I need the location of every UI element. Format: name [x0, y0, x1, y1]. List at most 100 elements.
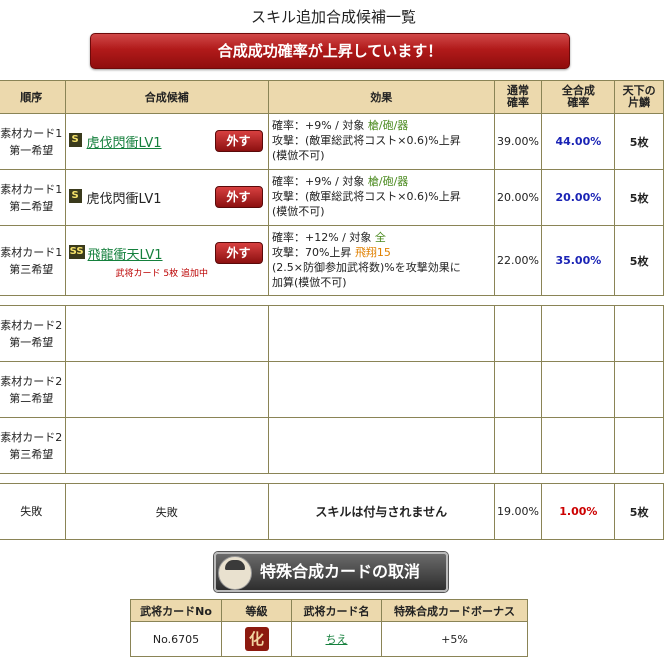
header-tenka-line2: 片鱗: [628, 96, 651, 109]
order-cell: 素材カード1 第三希望: [0, 225, 66, 296]
table-row: 素材カード2 第二希望: [0, 361, 664, 418]
grade-cell: 化: [221, 621, 292, 657]
skill-name: 虎伐閃衝LV1: [86, 192, 162, 207]
card-no: No.6705: [130, 621, 222, 657]
effect-note: (模倣不可): [271, 205, 325, 218]
candidate-cell: [64, 417, 269, 474]
remove-button[interactable]: 外す: [214, 130, 263, 152]
effect-rate: 確率：+9% / 対象: [271, 119, 368, 132]
order-preference: 第一希望: [9, 335, 54, 349]
header-card-no: 武将カードNo: [130, 599, 222, 622]
header-grade: 等級: [221, 599, 292, 622]
tenka-count: 5枚: [614, 225, 664, 296]
cancel-special-card-button[interactable]: 特殊合成カードの取消: [214, 552, 448, 592]
effect-cell: [267, 417, 495, 474]
normal-rate: 20.00%: [493, 169, 543, 226]
normal-rate: 39.00%: [493, 113, 543, 170]
order-material: 素材カード1: [0, 182, 63, 196]
tenka-count: [614, 361, 664, 418]
order-material: 素材カード1: [0, 245, 63, 259]
header-total-rate: 全合成 確率: [541, 80, 616, 114]
table-row: 素材カード2 第三希望: [0, 417, 664, 474]
order-cell: 素材カード2 第一希望: [0, 305, 66, 362]
candidate-cell: S 虎伐閃衝LV1 外す: [64, 169, 269, 226]
fail-order: 失敗: [0, 483, 66, 540]
remove-button[interactable]: 外す: [214, 186, 263, 208]
effect-cell: 確率：+12% / 対象 全 攻撃：70%上昇 飛翔15 (2.5×防御参加武将…: [267, 225, 495, 296]
header-effect: 効果: [267, 80, 495, 114]
effect-cell: [267, 361, 495, 418]
effect-cell: [267, 305, 495, 362]
candidate-cell: [64, 305, 269, 362]
table-row: 素材カード2 第一希望: [0, 305, 664, 362]
order-preference: 第三希望: [9, 447, 54, 461]
effect-rate: 確率：+12% / 対象: [271, 231, 375, 244]
effect-target: 全: [374, 231, 386, 244]
normal-rate: 22.00%: [493, 225, 543, 296]
skill-name-link[interactable]: 飛龍衝天LV1: [88, 244, 163, 263]
total-rate: 20.00%: [541, 169, 616, 226]
rank-badge: S: [68, 133, 82, 147]
order-cell: 素材カード1 第二希望: [0, 169, 66, 226]
character-face-icon: [218, 556, 252, 590]
candidate-cell: [64, 361, 269, 418]
effect-rate: 確率：+9% / 対象: [271, 175, 368, 188]
effect-attack: 攻撃：70%上昇: [271, 246, 355, 259]
order-material: 素材カード2: [0, 430, 63, 444]
rank-badge: SS: [68, 245, 85, 259]
total-rate: [541, 417, 616, 474]
effect-note: 加算(模倣不可): [271, 276, 347, 289]
fail-normal-rate: 19.00%: [493, 483, 543, 540]
fail-total-rate: 1.00%: [541, 483, 616, 540]
bonus-value: +5%: [381, 621, 528, 657]
order-preference: 第二希望: [9, 199, 54, 213]
effect-cell: 確率：+9% / 対象 槍/砲/器 攻撃：(敵軍総武将コスト×0.6)%上昇 (…: [267, 169, 495, 226]
effect-attack: 攻撃：(敵軍総武将コスト×0.6)%上昇: [271, 190, 461, 203]
order-cell: 素材カード1 第一希望: [0, 113, 66, 170]
header-total-rate-line2: 確率: [567, 96, 590, 109]
card-name-link[interactable]: ちえ: [326, 633, 348, 646]
header-normal-rate: 通常 確率: [493, 80, 543, 114]
page-title: スキル追加合成候補一覧: [250, 8, 416, 26]
tenka-count: [614, 305, 664, 362]
candidate-table: 順序 合成候補 効果 通常 確率 全合成 確率 天下の 片鱗 素材カード1 第一…: [0, 80, 664, 540]
header-card-name: 武将カード名: [291, 599, 382, 622]
table-row: 素材カード1 第二希望 S 虎伐閃衝LV1 外す 確率：+9% / 対象 槍/砲…: [0, 169, 664, 226]
remove-button[interactable]: 外す: [214, 242, 263, 264]
normal-rate: [493, 417, 543, 474]
total-rate: 35.00%: [541, 225, 616, 296]
grade-badge: 化: [244, 627, 269, 651]
special-card-table: 武将カードNo 等級 武将カード名 特殊合成カードボーナス No.6705 化 …: [130, 599, 528, 657]
spacer-cell: [0, 295, 664, 306]
added-cards-note: 武将カード 5枚 追加中: [115, 269, 208, 279]
order-preference: 第一希望: [9, 143, 54, 157]
tenka-count: 5枚: [614, 113, 664, 170]
header-order: 順序: [0, 80, 66, 114]
order-preference: 第二希望: [9, 391, 54, 405]
effect-detail: (2.5×防御参加武将数)%を攻撃効果に: [271, 261, 461, 274]
normal-rate: [493, 305, 543, 362]
effect-extra: 飛翔15: [354, 246, 391, 259]
order-cell: 素材カード2 第三希望: [0, 417, 66, 474]
skill-name-link[interactable]: 虎伐閃衝LV1: [87, 132, 162, 151]
order-cell: 素材カード2 第二希望: [0, 361, 66, 418]
header-normal-rate-line2: 確率: [506, 96, 529, 109]
special-header-row: 武将カードNo 等級 武将カード名 特殊合成カードボーナス: [130, 599, 528, 622]
total-rate: [541, 305, 616, 362]
fail-row: 失敗 失敗 スキルは付与されません 19.00% 1.00% 5枚: [0, 483, 664, 540]
order-material: 素材カード1: [0, 126, 63, 140]
fail-candidate: 失敗: [64, 483, 269, 540]
candidate-cell: SS 飛龍衝天LV1 外す 武将カード 5枚 追加中: [64, 225, 269, 296]
header-bonus: 特殊合成カードボーナス: [381, 599, 528, 622]
table-row: 素材カード1 第三希望 SS 飛龍衝天LV1 外す 武将カード 5枚 追加中 確…: [0, 225, 664, 296]
order-preference: 第三希望: [9, 262, 54, 276]
tenka-count: [614, 417, 664, 474]
effect-attack: 攻撃：(敵軍総武将コスト×0.6)%上昇: [271, 134, 461, 147]
header-candidate: 合成候補: [64, 80, 269, 114]
effect-note: (模倣不可): [271, 149, 325, 162]
spacer-row: [0, 295, 664, 306]
total-rate: 44.00%: [541, 113, 616, 170]
fail-effect: スキルは付与されません: [267, 483, 495, 540]
special-row: No.6705 化 ちえ +5%: [130, 621, 528, 657]
card-name-cell: ちえ: [291, 621, 382, 657]
